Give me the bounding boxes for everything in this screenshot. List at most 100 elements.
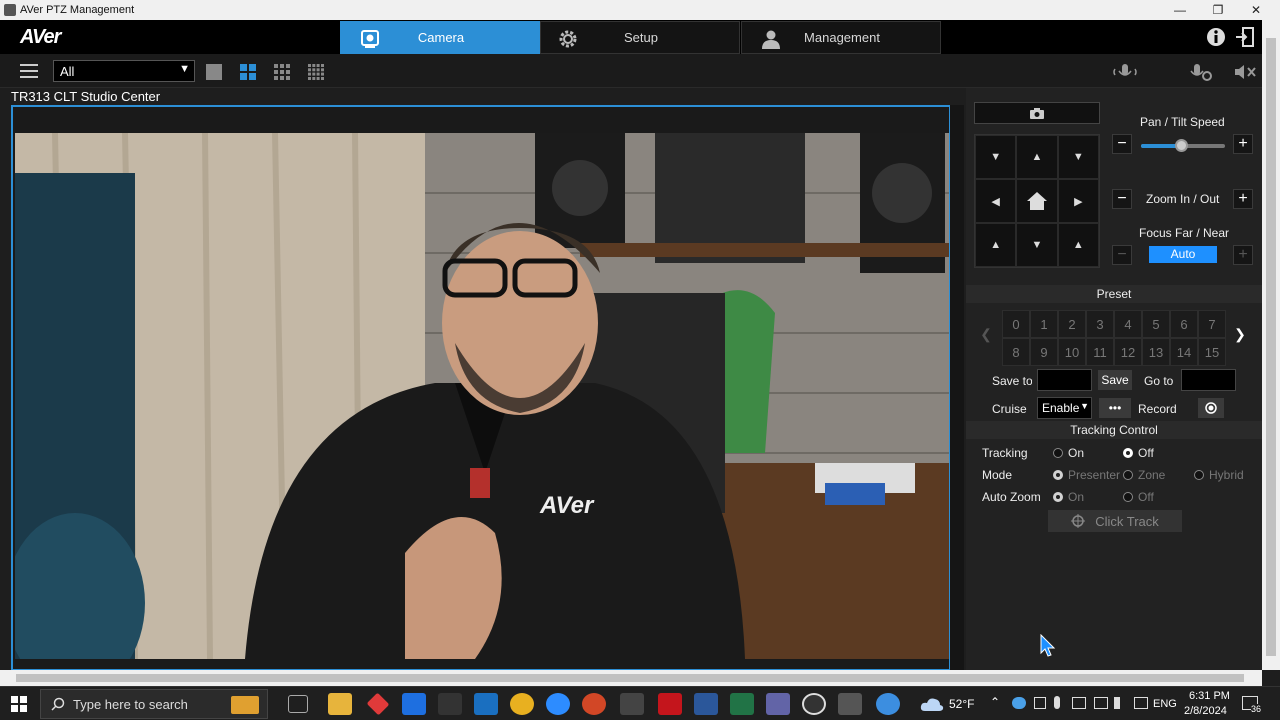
outlook-icon[interactable]	[474, 693, 498, 715]
tray-app3-icon[interactable]	[1134, 697, 1148, 709]
snapshot-button[interactable]	[974, 102, 1100, 124]
language-indicator[interactable]: ENG	[1153, 698, 1177, 710]
tilt-up-button[interactable]: ▲	[1016, 135, 1058, 179]
preset-button[interactable]: 11	[1086, 338, 1114, 366]
tab-setup[interactable]: Setup	[540, 21, 740, 54]
file-explorer-icon[interactable]	[328, 693, 352, 715]
chrome-icon[interactable]	[510, 693, 534, 715]
preset-button[interactable]: 9	[1030, 338, 1058, 366]
auto-zoom-off-radio[interactable]: Off	[1123, 490, 1154, 504]
maximize-button[interactable]: ❐	[1198, 0, 1238, 20]
auto-zoom-on-radio[interactable]: On	[1053, 490, 1084, 504]
volume-icon[interactable]	[1114, 697, 1128, 709]
menu-icon[interactable]	[20, 64, 38, 78]
microphone-icon[interactable]	[1112, 62, 1138, 82]
pan-up-right-button[interactable]: ▼	[1057, 135, 1099, 179]
click-track-button[interactable]: Click Track	[1048, 510, 1182, 532]
focus-auto-button[interactable]: Auto	[1149, 246, 1217, 263]
focus-far-button[interactable]: +	[1233, 245, 1253, 265]
preset-button[interactable]: 0	[1002, 310, 1030, 338]
cruise-more-button[interactable]: •••	[1099, 398, 1131, 418]
teams-icon[interactable]	[766, 693, 790, 715]
ndi-icon[interactable]	[620, 693, 644, 715]
goto-input[interactable]	[1181, 369, 1236, 391]
cruise-select[interactable]: Enable ▼	[1037, 397, 1092, 419]
acrobat-icon[interactable]	[658, 693, 682, 715]
mode-presenter-radio[interactable]: Presenter	[1053, 468, 1120, 482]
preset-button[interactable]: 6	[1170, 310, 1198, 338]
taskbar-date[interactable]: 2/8/2024	[1184, 705, 1227, 717]
preset-button[interactable]: 3	[1086, 310, 1114, 338]
preset-button[interactable]: 12	[1114, 338, 1142, 366]
mode-hybrid-radio[interactable]: Hybrid	[1194, 468, 1244, 482]
window-horizontal-scrollbar[interactable]	[0, 670, 1262, 686]
preset-next-button[interactable]: ❯	[1230, 323, 1250, 345]
tray-app-icon[interactable]	[1034, 697, 1046, 709]
preset-prev-button[interactable]: ❮	[976, 323, 996, 345]
camera-video-feed[interactable]: AVer	[15, 133, 949, 659]
tracking-off-radio[interactable]: Off	[1123, 446, 1154, 460]
pan-left-button[interactable]: ◀	[975, 179, 1017, 223]
layout-3x3-icon[interactable]	[274, 64, 290, 80]
app-bolt-icon[interactable]	[438, 693, 462, 715]
minimize-button[interactable]: —	[1160, 0, 1200, 20]
aver-ptz-app-icon[interactable]	[838, 693, 862, 715]
layout-4x4-icon[interactable]	[308, 64, 324, 80]
word-icon[interactable]	[694, 693, 718, 715]
pan-tilt-speed-plus[interactable]: +	[1233, 134, 1253, 154]
scroll-thumb[interactable]	[1266, 38, 1276, 656]
tray-app2-icon[interactable]	[1072, 697, 1086, 709]
excel-icon[interactable]	[730, 693, 754, 715]
network-icon[interactable]	[1094, 697, 1108, 709]
tab-management[interactable]: Management	[741, 21, 941, 54]
layout-2x2-icon[interactable]	[240, 64, 256, 80]
preset-button[interactable]: 8	[1002, 338, 1030, 366]
speaker-mute-icon[interactable]	[1232, 62, 1258, 82]
windows-start-icon[interactable]	[11, 696, 27, 712]
pan-down-right-button[interactable]: ▲	[1057, 223, 1099, 267]
window-vertical-scrollbar[interactable]	[1262, 20, 1280, 670]
tracking-on-radio[interactable]: On	[1053, 446, 1084, 460]
tilt-down-button[interactable]: ▼	[1016, 223, 1058, 267]
pan-right-button[interactable]: ▶	[1057, 179, 1099, 223]
app-red-icon[interactable]	[366, 692, 390, 716]
onedrive-icon[interactable]	[1012, 697, 1026, 709]
logout-icon[interactable]	[1234, 26, 1256, 48]
preset-button[interactable]: 4	[1114, 310, 1142, 338]
app-clock-icon[interactable]	[802, 693, 826, 715]
pan-down-left-button[interactable]: ▲	[975, 223, 1017, 267]
focus-near-button[interactable]: −	[1112, 245, 1132, 265]
help-icon[interactable]	[876, 693, 900, 715]
home-button[interactable]	[1016, 179, 1058, 223]
preset-button[interactable]: 15	[1198, 338, 1226, 366]
close-button[interactable]: ✕	[1236, 0, 1276, 20]
preset-button[interactable]: 7	[1198, 310, 1226, 338]
preset-button[interactable]: 1	[1030, 310, 1058, 338]
slider-knob[interactable]	[1175, 139, 1189, 152]
pan-up-left-button[interactable]: ▼	[975, 135, 1017, 179]
powerpoint-icon[interactable]	[582, 693, 606, 715]
weather-temp[interactable]: 52°F	[949, 697, 974, 711]
taskbar-search[interactable]: Type here to search	[40, 689, 268, 719]
tab-camera[interactable]: Camera	[340, 21, 540, 54]
preset-button[interactable]: 10	[1058, 338, 1086, 366]
pan-tilt-speed-minus[interactable]: −	[1112, 134, 1132, 154]
taskbar-time[interactable]: 6:31 PM	[1189, 690, 1230, 702]
save-to-input[interactable]	[1037, 369, 1092, 391]
dropbox-icon[interactable]	[402, 693, 426, 715]
save-button[interactable]: Save	[1098, 370, 1132, 390]
scroll-thumb[interactable]	[16, 674, 1244, 682]
preset-button[interactable]: 13	[1142, 338, 1170, 366]
pan-tilt-speed-slider[interactable]	[1141, 139, 1225, 152]
preset-button[interactable]: 14	[1170, 338, 1198, 366]
mic-settings-icon[interactable]	[1188, 62, 1214, 82]
preset-button[interactable]: 5	[1142, 310, 1170, 338]
layout-1x1-icon[interactable]	[206, 64, 222, 80]
video-scrollbar[interactable]	[950, 105, 964, 671]
tray-chevron-icon[interactable]: ⌃	[990, 695, 1000, 709]
zoom-icon[interactable]	[546, 693, 570, 715]
preset-button[interactable]: 2	[1058, 310, 1086, 338]
video-frame[interactable]: AVer	[11, 105, 951, 671]
task-view-icon[interactable]	[288, 695, 308, 713]
record-button[interactable]	[1198, 398, 1224, 418]
